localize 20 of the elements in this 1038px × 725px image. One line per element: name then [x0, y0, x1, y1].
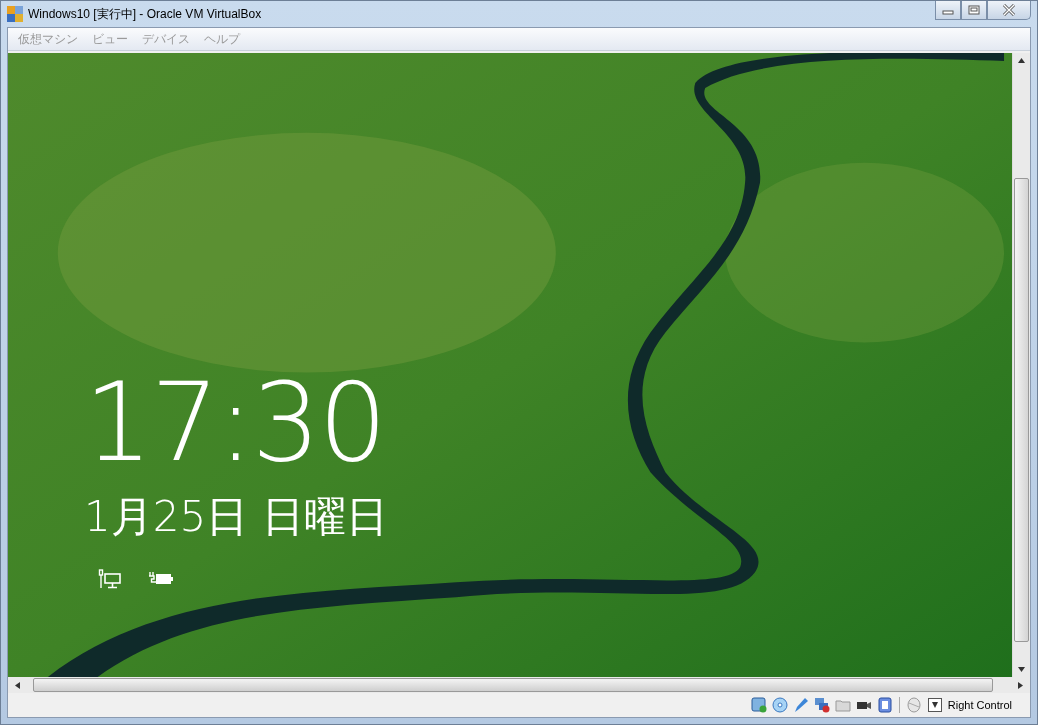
host-key-label: Right Control — [947, 699, 1012, 711]
scroll-down-icon[interactable] — [1018, 667, 1025, 672]
scroll-right-icon[interactable] — [1018, 681, 1023, 689]
close-button[interactable] — [987, 1, 1031, 20]
battery-icon — [148, 571, 174, 587]
minimize-button[interactable] — [935, 1, 961, 20]
down-arrow-key-icon — [927, 698, 942, 712]
window-title: Windows10 [実行中] - Oracle VM VirtualBox — [28, 5, 262, 23]
pen-icon[interactable] — [792, 697, 809, 713]
app-icon — [7, 6, 23, 22]
maximize-button[interactable] — [961, 1, 987, 20]
scroll-left-icon[interactable] — [15, 681, 20, 689]
maximize-icon — [968, 5, 980, 15]
clock-date: 1月25日 日曜日 — [84, 491, 388, 543]
horizontal-scrollbar[interactable] — [8, 677, 1030, 693]
clock-time: 17:30 — [84, 369, 387, 477]
optical-disc-icon[interactable] — [771, 697, 788, 713]
scroll-up-icon[interactable] — [1018, 58, 1025, 63]
vertical-scrollbar[interactable] — [1012, 53, 1030, 677]
close-icon — [1002, 4, 1016, 16]
